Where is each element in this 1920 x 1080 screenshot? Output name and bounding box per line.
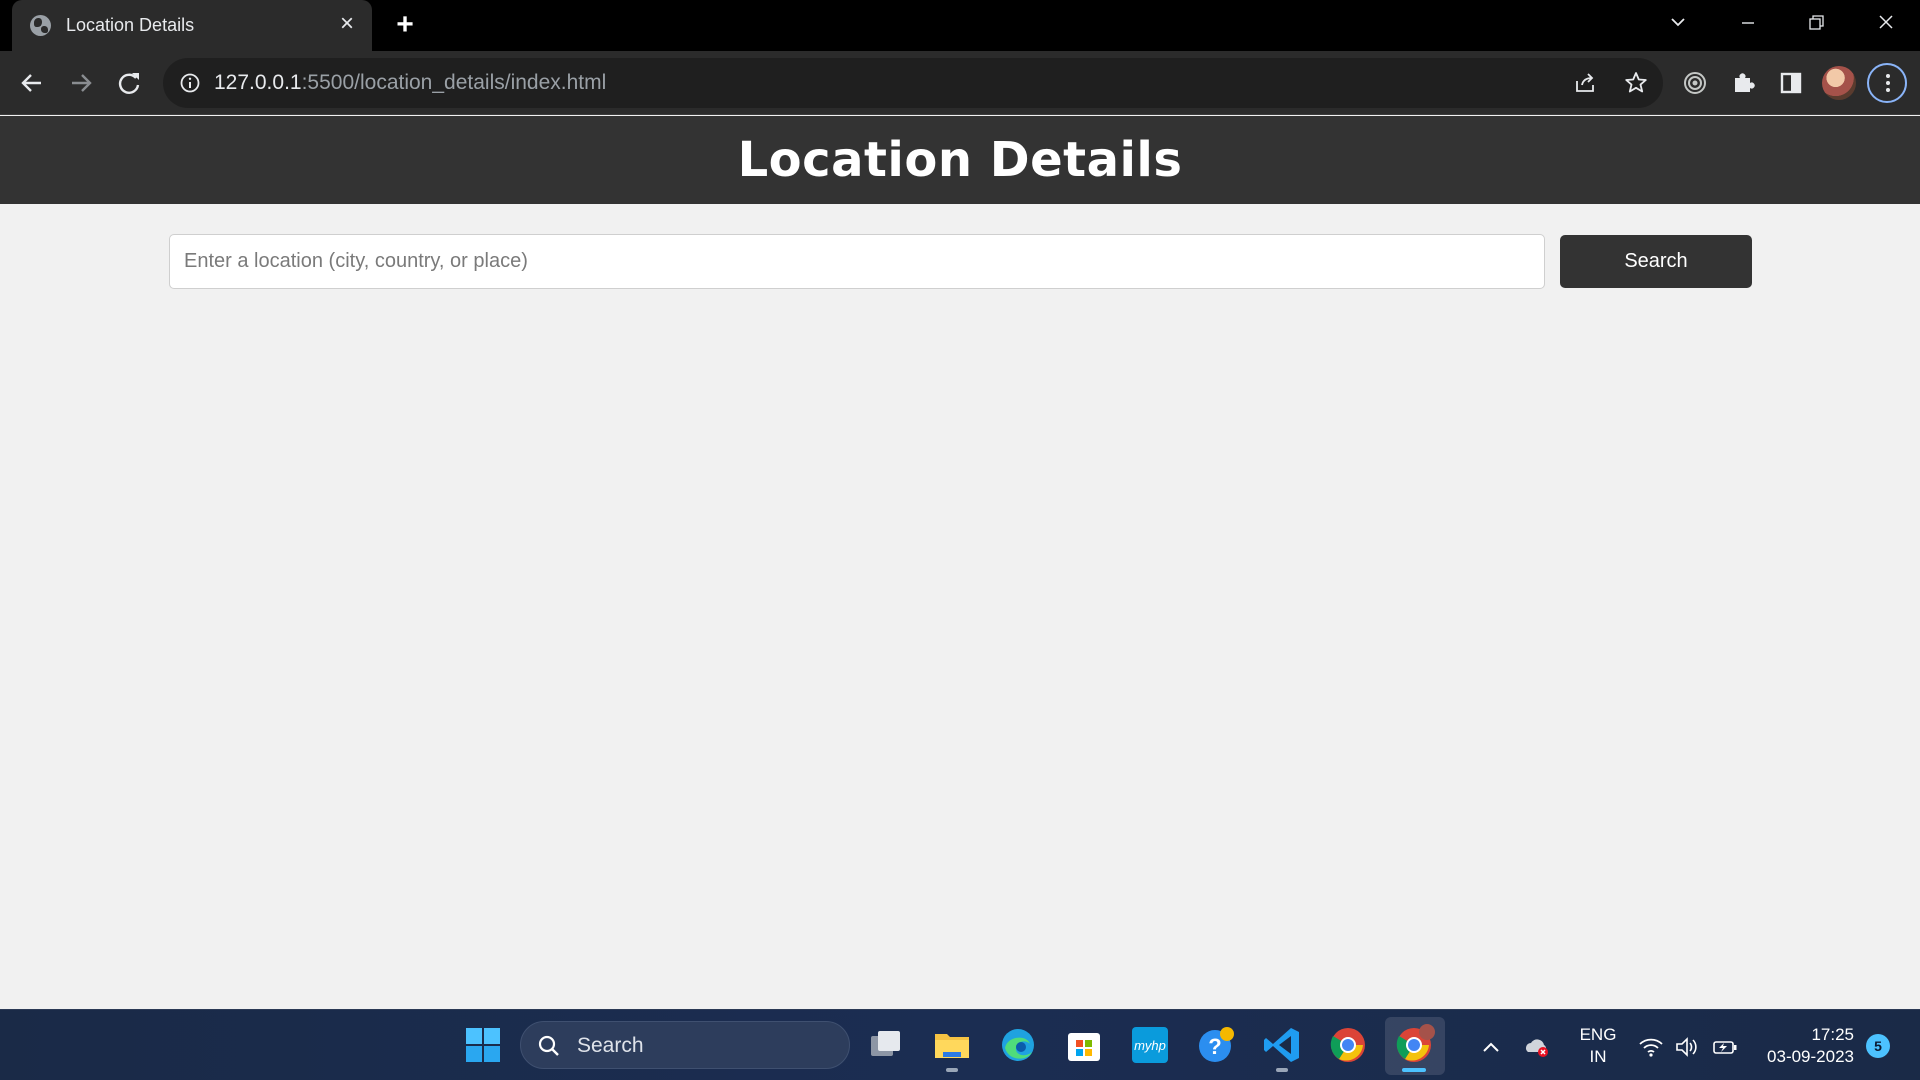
edge-browser-icon[interactable] — [997, 1024, 1039, 1066]
new-tab-button[interactable]: + — [392, 10, 418, 40]
search-button[interactable]: Search — [1560, 235, 1752, 288]
url-text[interactable]: 127.0.0.1:5500/location_details/index.ht… — [214, 71, 606, 95]
globe-icon — [30, 15, 51, 36]
browser-menu-button[interactable] — [1867, 63, 1907, 103]
side-panel-icon[interactable] — [1777, 69, 1805, 97]
url-host: 127.0.0.1 — [214, 71, 302, 94]
wifi-icon[interactable] — [1638, 1035, 1664, 1059]
forward-arrow-icon[interactable] — [67, 69, 95, 97]
share-icon[interactable] — [1573, 71, 1597, 95]
browser-toolbar: 127.0.0.1:5500/location_details/index.ht… — [0, 51, 1920, 115]
volume-icon[interactable] — [1674, 1035, 1700, 1059]
myhp-icon[interactable]: myhp — [1129, 1024, 1171, 1066]
notification-badge[interactable]: 5 — [1866, 1034, 1890, 1058]
back-arrow-icon[interactable] — [18, 69, 46, 97]
site-header: Location Details — [0, 116, 1920, 204]
url-path: :5500/location_details/index.html — [301, 71, 607, 94]
file-explorer-icon[interactable] — [931, 1024, 973, 1066]
system-clock[interactable]: 17:25 03-09-2023 — [1750, 1024, 1854, 1068]
onedrive-error-icon[interactable] — [1524, 1035, 1550, 1059]
running-indicator — [1276, 1068, 1288, 1072]
browser-tab-strip: Location Details × + — [0, 0, 1920, 51]
page-title: Location Details — [737, 132, 1183, 188]
battery-charging-icon[interactable] — [1712, 1035, 1738, 1059]
extension-target-icon[interactable] — [1681, 69, 1709, 97]
get-help-icon[interactable]: ? — [1195, 1024, 1237, 1066]
tab-location-details[interactable]: Location Details × — [12, 0, 372, 51]
chevron-up-icon[interactable] — [1478, 1035, 1504, 1059]
microsoft-store-icon[interactable] — [1063, 1024, 1105, 1066]
close-tab-icon[interactable]: × — [336, 12, 358, 36]
task-view-icon[interactable] — [865, 1024, 907, 1066]
site-info-icon[interactable] — [179, 72, 201, 94]
taskbar: Search myhp ? ENG IN 17:25 03-09-2023 5 — [0, 1009, 1920, 1080]
chrome-icon[interactable] — [1327, 1024, 1369, 1066]
minimize-button[interactable] — [1728, 8, 1768, 38]
bookmark-star-icon[interactable] — [1623, 70, 1649, 96]
reload-icon[interactable] — [115, 69, 143, 97]
web-page: Location Details Search — [0, 116, 1920, 1009]
menu-dot-icon — [1886, 81, 1890, 85]
search-icon — [537, 1034, 561, 1058]
restore-button[interactable] — [1796, 8, 1836, 38]
extensions-puzzle-icon[interactable] — [1729, 69, 1757, 97]
svg-text:myhp: myhp — [1134, 1038, 1166, 1053]
active-indicator — [1402, 1068, 1426, 1072]
language-indicator[interactable]: ENG IN — [1578, 1024, 1618, 1068]
chrome-profile-icon[interactable] — [1393, 1024, 1435, 1066]
close-window-button[interactable] — [1866, 8, 1906, 38]
vscode-icon[interactable] — [1261, 1024, 1303, 1066]
location-search-input[interactable] — [169, 234, 1545, 289]
running-indicator — [946, 1068, 958, 1072]
language-code: ENG — [1579, 1025, 1617, 1044]
address-bar[interactable]: 127.0.0.1:5500/location_details/index.ht… — [163, 58, 1663, 108]
menu-dot-icon — [1886, 74, 1890, 78]
tab-search-button[interactable] — [1658, 8, 1698, 38]
clock-date: 03-09-2023 — [1767, 1047, 1854, 1066]
taskbar-search-box[interactable]: Search — [520, 1021, 850, 1069]
profile-avatar[interactable] — [1822, 66, 1856, 100]
clock-time: 17:25 — [1811, 1025, 1854, 1044]
menu-dot-icon — [1886, 88, 1890, 92]
svg-text:?: ? — [1208, 1034, 1221, 1059]
language-region: IN — [1589, 1047, 1607, 1066]
taskbar-search-label: Search — [577, 1034, 644, 1057]
tab-title: Location Details — [66, 15, 195, 35]
windows-start-icon[interactable] — [462, 1024, 504, 1066]
